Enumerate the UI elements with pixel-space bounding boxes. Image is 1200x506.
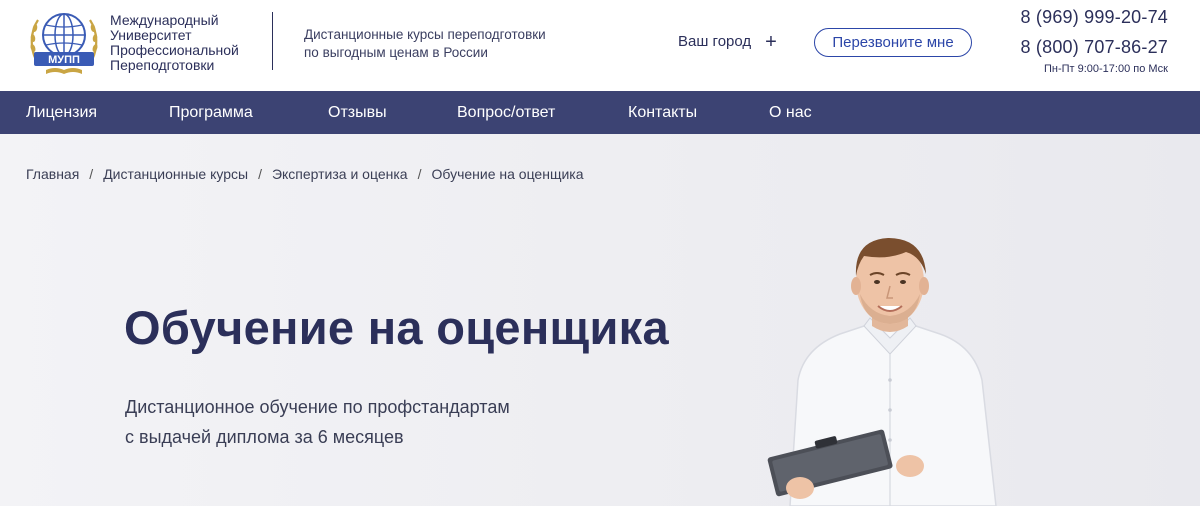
nav-item-reviews[interactable]: Отзывы	[328, 91, 387, 134]
site-header: МУПП Международный Университет Профессио…	[0, 0, 1200, 91]
header-tagline: Дистанционные курсы переподготовки по вы…	[304, 26, 546, 62]
header-divider	[272, 12, 273, 70]
university-name-line: Профессиональной	[110, 42, 239, 58]
hero-subtitle: Дистанционное обучение по профстандартам…	[125, 392, 510, 452]
callback-button[interactable]: Перезвоните мне	[814, 28, 972, 57]
breadcrumb-expertise[interactable]: Экспертиза и оценка	[272, 166, 408, 182]
breadcrumb-separator: /	[258, 166, 262, 182]
nav-item-program[interactable]: Программа	[169, 91, 253, 134]
university-logo[interactable]: МУПП	[26, 8, 102, 78]
breadcrumb-distance-courses[interactable]: Дистанционные курсы	[103, 166, 248, 182]
university-name-line: Международный	[110, 12, 219, 28]
breadcrumb-separator: /	[417, 166, 422, 182]
plus-icon: +	[765, 30, 777, 53]
city-label: Ваш город	[678, 33, 752, 50]
main-nav: Лицензия Программа Отзывы Вопрос/ответ К…	[0, 91, 1200, 134]
phone-link[interactable]: 8 (800) 707-86-27	[1021, 36, 1169, 58]
hero-subtitle-line: Дистанционное обучение по профстандартам	[125, 397, 510, 417]
breadcrumb-current: Обучение на оценщика	[431, 166, 584, 182]
hero-section: Главная / Дистанционные курсы / Эксперти…	[0, 134, 1200, 506]
university-name-line: Переподготовки	[110, 57, 215, 73]
breadcrumb-separator: /	[89, 166, 94, 182]
university-name-line: Университет	[110, 27, 192, 43]
hero-subtitle-line: с выдачей диплома за 6 месяцев	[125, 427, 404, 447]
breadcrumb-home[interactable]: Главная	[26, 166, 79, 182]
page-title: Обучение на оценщика	[124, 301, 669, 354]
nav-item-contacts[interactable]: Контакты	[628, 91, 697, 134]
logo-badge-text: МУПП	[48, 54, 80, 66]
contact-phones: 8 (969) 999-20-74 8 (800) 707-86-27 Пн-П…	[1021, 6, 1169, 75]
nav-item-about[interactable]: О нас	[769, 91, 812, 134]
nav-item-license[interactable]: Лицензия	[26, 91, 97, 134]
university-name[interactable]: Международный Университет Профессиональн…	[110, 13, 239, 73]
breadcrumb: Главная / Дистанционные курсы / Эксперти…	[26, 166, 584, 182]
city-selector[interactable]: Ваш город +	[678, 30, 777, 53]
tagline-line: Дистанционные курсы переподготовки	[304, 27, 546, 42]
hero-person-image	[767, 238, 997, 506]
phone-link[interactable]: 8 (969) 999-20-74	[1021, 6, 1169, 28]
working-hours: Пн-Пт 9:00-17:00 по Мск	[1043, 63, 1168, 75]
tagline-line: по выгодным ценам в России	[304, 45, 488, 60]
nav-item-faq[interactable]: Вопрос/ответ	[457, 91, 555, 134]
